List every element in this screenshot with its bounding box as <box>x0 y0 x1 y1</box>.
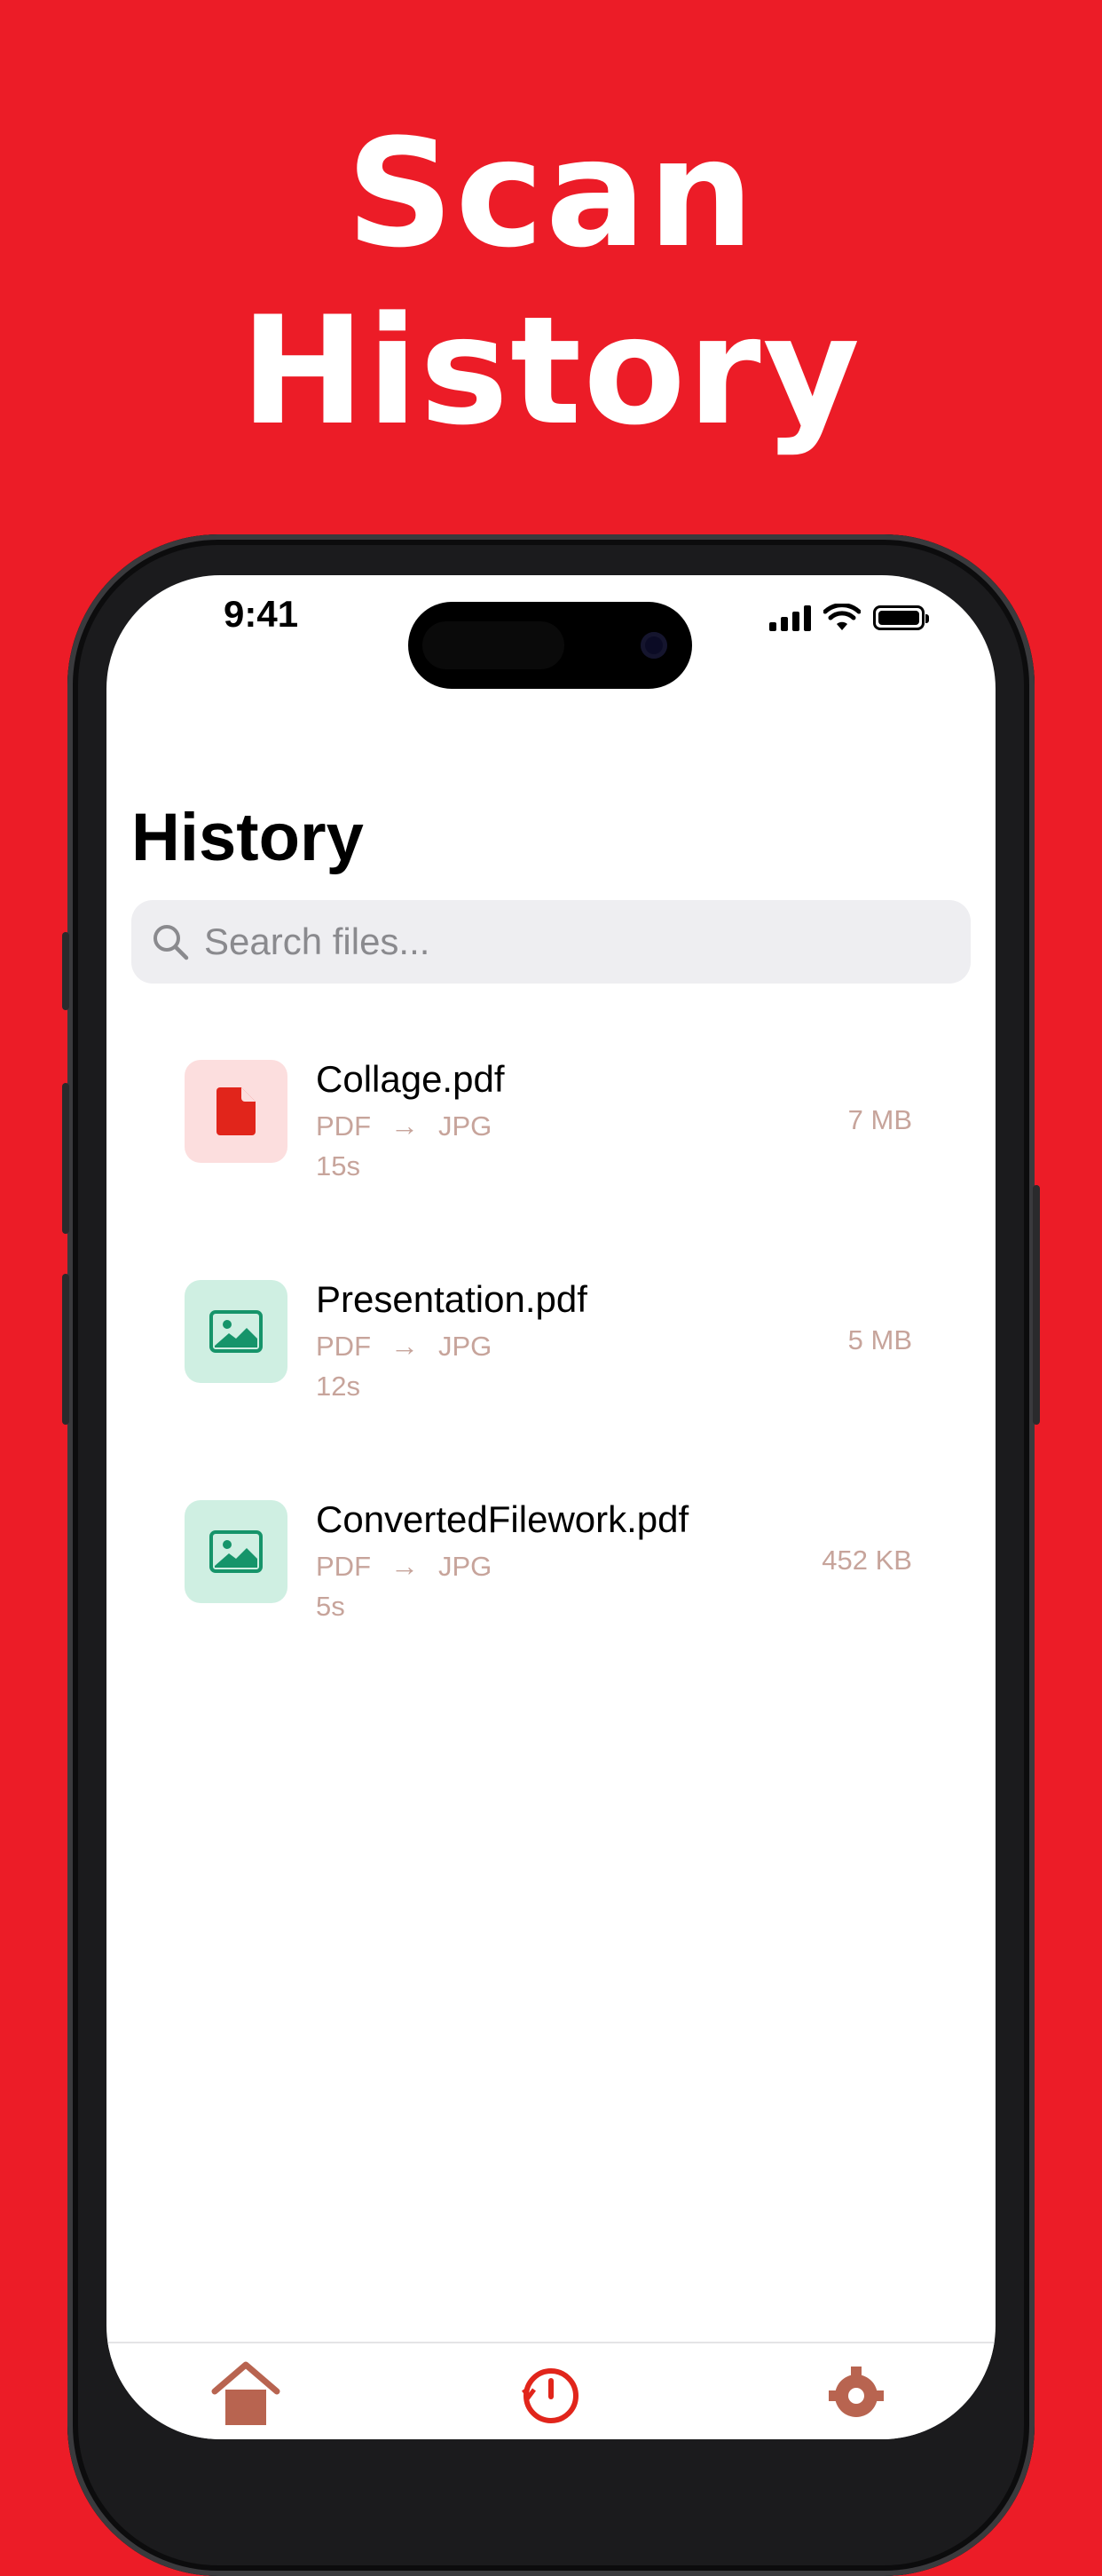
image-icon <box>209 1530 263 1573</box>
settings-icon <box>829 2367 884 2417</box>
tab-settings[interactable] <box>816 2356 896 2427</box>
from-format: PDF <box>316 1550 371 1582</box>
to-format: JPG <box>438 1110 492 1142</box>
pdf-file-icon <box>216 1087 256 1135</box>
search-icon <box>153 925 189 960</box>
conversion-duration: 12s <box>316 1371 360 1402</box>
wifi-icon <box>823 604 861 630</box>
conversion-info: PDF → JPG <box>316 1330 492 1363</box>
file-row[interactable]: Presentation.pdf PDF → JPG 12s 5 MB <box>185 1278 912 1500</box>
file-row[interactable]: Collage.pdf PDF → JPG 15s 7 MB <box>185 1058 912 1280</box>
conversion-info: PDF → JPG <box>316 1110 492 1142</box>
side-button-volume-down <box>62 1274 69 1425</box>
promo-headline: Scan History <box>0 105 1102 460</box>
image-icon <box>209 1310 263 1353</box>
tab-home[interactable] <box>206 2356 286 2427</box>
dynamic-island <box>408 602 692 689</box>
conversion-duration: 5s <box>316 1591 345 1622</box>
home-icon <box>211 2361 280 2425</box>
side-button-volume-up <box>62 1083 69 1234</box>
headline-line-1: Scan <box>346 107 756 281</box>
search-input[interactable]: Search files... <box>204 921 429 963</box>
file-size: 5 MB <box>847 1324 912 1355</box>
file-name: Collage.pdf <box>316 1058 505 1100</box>
side-button-power <box>1033 1185 1040 1425</box>
to-format: JPG <box>438 1550 492 1582</box>
file-size: 7 MB <box>847 1104 912 1135</box>
file-list: Collage.pdf PDF → JPG 15s 7 MB Presentat… <box>185 1058 912 1720</box>
page-title: History <box>131 800 364 875</box>
to-format: JPG <box>438 1330 492 1362</box>
file-name: ConvertedFilework.pdf <box>316 1498 689 1540</box>
from-format: PDF <box>316 1330 371 1362</box>
file-thumbnail <box>185 1280 287 1383</box>
history-icon <box>522 2368 579 2423</box>
from-format: PDF <box>316 1110 371 1142</box>
file-row[interactable]: ConvertedFilework.pdf PDF → JPG 5s 452 K… <box>185 1498 912 1720</box>
conversion-info: PDF → JPG <box>316 1550 492 1583</box>
tab-history[interactable] <box>511 2356 591 2427</box>
side-button-mute <box>62 932 69 1010</box>
battery-icon <box>873 605 929 630</box>
conversion-duration: 15s <box>316 1150 360 1181</box>
headline-line-2: History <box>240 284 862 458</box>
arrow-right-icon: → <box>390 1330 419 1362</box>
cellular-signal-icon <box>769 604 811 631</box>
tab-bar <box>106 2342 996 2439</box>
file-size: 452 KB <box>822 1545 912 1576</box>
phone-screen: 9:41 History Search files... Collage.pdf… <box>106 575 996 2439</box>
arrow-right-icon: → <box>390 1110 419 1142</box>
status-icons <box>769 600 929 636</box>
search-bar[interactable]: Search files... <box>131 900 971 984</box>
status-time: 9:41 <box>224 593 299 635</box>
front-camera <box>641 632 667 659</box>
file-thumbnail <box>185 1500 287 1603</box>
file-thumbnail <box>185 1060 287 1163</box>
file-name: Presentation.pdf <box>316 1278 587 1320</box>
island-sensor <box>422 621 564 669</box>
arrow-right-icon: → <box>390 1550 419 1582</box>
